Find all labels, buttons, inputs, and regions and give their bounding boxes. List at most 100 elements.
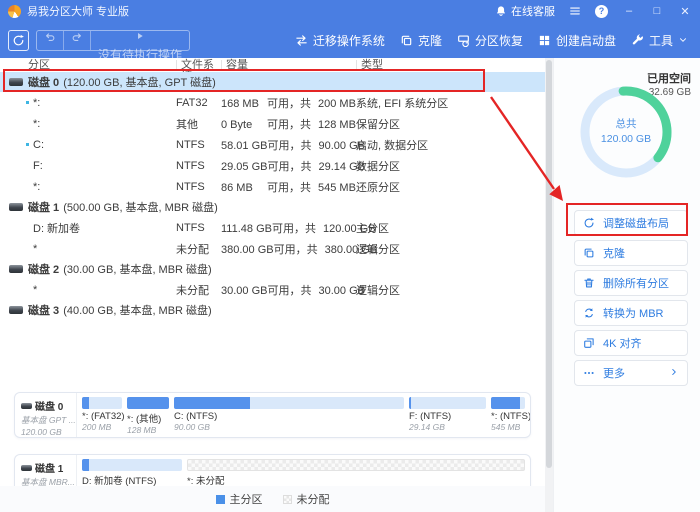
segment-label: *: (FAT32) — [82, 411, 122, 422]
minimize-button[interactable]: – — [622, 5, 636, 17]
partition-row-10[interactable]: *未分配30.00 GB可用，共30.00 GB逻辑分区 — [0, 279, 545, 300]
disk-info: (120.00 GB, 基本盘, GPT 磁盘) — [63, 74, 216, 90]
legend-swatch-unallocated — [283, 495, 292, 504]
hard-disk-icon — [9, 306, 23, 314]
pending-operations-group: 没有待执行操作 — [36, 30, 190, 51]
disk-map-segment-0-1[interactable]: *: (其他)128 MB — [127, 397, 169, 437]
column-header-2: 容量 — [221, 60, 356, 71]
scrollbar-thumb[interactable] — [546, 60, 552, 468]
sidebar-button-adjust-disk-layout[interactable]: 调整磁盘布局 — [574, 210, 688, 236]
sidebar-button-4k-align[interactable]: 4K 对齐 — [574, 330, 688, 356]
online-support-label: 在线客服 — [511, 3, 555, 19]
toolbar-action-label: 分区恢复 — [475, 32, 523, 49]
list-icon — [569, 5, 581, 17]
segment-label: F: (NTFS) — [409, 411, 486, 422]
capacity: 29.05 GB可用，共29.14 GB — [221, 158, 356, 174]
segment-label: C: (NTFS) — [174, 411, 404, 422]
segment-size: 128 MB — [127, 425, 169, 435]
partition-row-7[interactable]: D: 新加卷NTFS111.48 GB可用，共120.00 GB主分区 — [0, 217, 545, 238]
disk-row-磁盘-1[interactable]: 磁盘 1(500.00 GB, 基本盘, MBR 磁盘) — [0, 197, 545, 217]
disk-map-card-0[interactable]: 磁盘 0基本盘 GPT ...120.00 GB*: (FAT32)200 MB… — [14, 392, 531, 438]
sidebar-button-more[interactable]: 更多 — [574, 360, 688, 386]
partition-row-8[interactable]: *未分配380.00 GB可用，共380.00 GB逻辑分区 — [0, 238, 545, 259]
align-icon — [583, 337, 595, 349]
maximize-button[interactable]: □ — [650, 5, 664, 17]
execute-operations-button[interactable]: 没有待执行操作 — [91, 31, 189, 50]
file-system: NTFS — [176, 160, 221, 172]
toolbar: 没有待执行操作 迁移操作系统 克隆 分区恢复创建启动盘工具 — [0, 22, 700, 58]
toolbar-action-create-boot-disk[interactable]: 创建启动盘 — [538, 32, 616, 49]
toolbar-action-label: 迁移操作系统 — [313, 32, 385, 49]
legend-bar: 主分区未分配 — [0, 486, 545, 512]
legend-item-primary: 主分区 — [216, 491, 263, 507]
column-header-3: 类型 — [356, 60, 545, 71]
disk-map-segment-0-0[interactable]: *: (FAT32)200 MB — [82, 397, 122, 437]
redo-button[interactable] — [64, 31, 91, 50]
help-icon[interactable]: ? — [595, 5, 608, 18]
disk-map-segment-0-2[interactable]: C: (NTFS)90.00 GB — [174, 397, 404, 437]
total-label: 总共 — [576, 116, 676, 131]
partition-label: D: 新加卷 — [33, 220, 80, 236]
toolbar-action-migrate-os[interactable]: 迁移操作系统 — [295, 32, 385, 49]
boot-disk-icon — [538, 34, 551, 47]
disk-name: 磁盘 1 — [28, 199, 59, 215]
partition-label: *: — [33, 97, 40, 109]
redo-icon — [71, 31, 83, 43]
convert-icon — [583, 307, 595, 319]
sidebar-button-label: 转换为 MBR — [603, 305, 664, 321]
disk-info: (500.00 GB, 基本盘, MBR 磁盘) — [63, 199, 218, 215]
partition-row-4[interactable]: F: NTFS29.05 GB可用，共29.14 GB数据分区 — [0, 155, 545, 176]
partition-type: 数据分区 — [356, 158, 545, 174]
partition-row-1[interactable]: *:FAT32168 MB可用，共200 MB系统, EFI 系统分区 — [0, 92, 545, 113]
column-header-1: 文件系统 — [176, 60, 221, 71]
toolbar-action-partition-recovery[interactable]: 分区恢复 — [457, 32, 523, 49]
toolbar-action-tools[interactable]: 工具 — [631, 32, 688, 49]
disk-row-磁盘-2[interactable]: 磁盘 2(30.00 GB, 基本盘, MBR 磁盘) — [0, 259, 545, 279]
sidebar-actions: 调整磁盘布局克隆删除所有分区转换为 MBR 4K 对齐更多 — [574, 210, 688, 390]
toolbar-action-clone[interactable]: 克隆 — [400, 32, 442, 49]
disk-info: (30.00 GB, 基本盘, MBR 磁盘) — [63, 261, 212, 277]
file-system: FAT32 — [176, 97, 221, 109]
menu-list-button[interactable] — [569, 5, 581, 17]
disk-map-label: 磁盘 0基本盘 GPT ...120.00 GB — [15, 393, 77, 437]
vertical-scrollbar — [545, 58, 553, 512]
sidebar: 已用空间 32.69 GB 总共 120.00 GB 调整磁盘布局克隆删除所有分… — [553, 58, 700, 512]
disk-partition-panel: 分区文件系统容量类型 磁盘 0(120.00 GB, 基本盘, GPT 磁盘) *… — [0, 58, 545, 512]
refresh-button[interactable] — [8, 30, 29, 51]
online-support-button[interactable]: 在线客服 — [495, 3, 555, 19]
partition-row-3[interactable]: C:NTFS58.01 GB可用，共90.00 GB启动, 数据分区 — [0, 134, 545, 155]
sidebar-button-label: 调整磁盘布局 — [603, 215, 669, 231]
disk-row-磁盘-0[interactable]: 磁盘 0(120.00 GB, 基本盘, GPT 磁盘) — [0, 72, 545, 92]
undo-button[interactable] — [37, 31, 64, 50]
sidebar-button-delete-all-partitions[interactable]: 删除所有分区 — [574, 270, 688, 296]
disk-row-磁盘-3[interactable]: 磁盘 3(40.00 GB, 基本盘, MBR 磁盘) — [0, 300, 545, 320]
recovery-icon — [457, 34, 470, 47]
column-header-0: 分区 — [0, 60, 176, 71]
toolbar-action-label: 克隆 — [418, 32, 442, 49]
chevron-right-icon — [669, 367, 679, 377]
more-dots-icon — [583, 367, 595, 379]
partition-label: F: — [33, 160, 43, 172]
capacity: 0 Byte可用，共128 MB — [221, 116, 356, 132]
partition-row-5[interactable]: *:NTFS86 MB可用，共545 MB还原分区 — [0, 176, 545, 197]
segment-size: 200 MB — [82, 422, 122, 432]
partition-type: 保留分区 — [356, 116, 545, 132]
sidebar-button-convert-to-mbr[interactable]: 转换为 MBR — [574, 300, 688, 326]
partition-label: *: — [33, 181, 40, 193]
hard-disk-icon — [9, 78, 23, 86]
trash-icon — [583, 277, 595, 289]
partition-row-2[interactable]: *:其他0 Byte可用，共128 MB保留分区 — [0, 113, 545, 134]
segment-label: *: (NTFS) — [491, 411, 525, 422]
wrench-icon — [631, 34, 644, 47]
disk-map-segment-0-3[interactable]: F: (NTFS)29.14 GB — [409, 397, 486, 437]
disk-map-segment-0-4[interactable]: *: (NTFS)545 MB — [491, 397, 525, 437]
sidebar-button-clone-disk[interactable]: 克隆 — [574, 240, 688, 266]
table-header: 分区文件系统容量类型 — [0, 58, 545, 72]
close-button[interactable]: ✕ — [678, 5, 692, 18]
adjust-layout-icon — [583, 217, 595, 229]
partition-type: 启动, 数据分区 — [356, 137, 545, 153]
app-title: 易我分区大师 专业版 — [27, 3, 129, 19]
legend-label: 主分区 — [230, 491, 263, 507]
legend-swatch-primary — [216, 495, 225, 504]
hard-disk-icon — [9, 203, 23, 211]
